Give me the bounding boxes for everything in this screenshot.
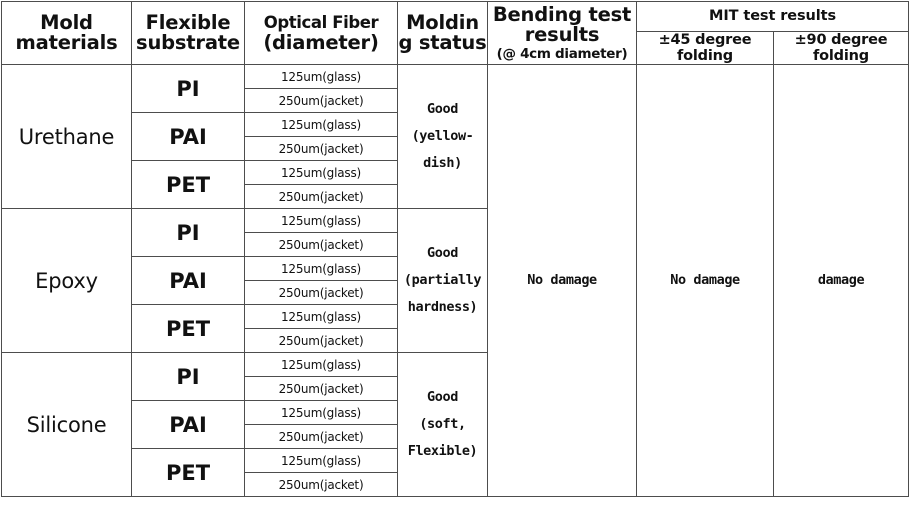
header-molding-status-line1: Moldin: [406, 10, 479, 34]
substrate-cell: PAI: [131, 112, 245, 162]
fiber-diameter-cell: 125um(glass): [244, 352, 398, 378]
substrate-cell: PET: [131, 448, 245, 498]
mit-90-result-cell: damage: [772, 64, 909, 498]
header-mold-materials-line2: materials: [15, 31, 118, 55]
fiber-diameter-cell: 125um(glass): [244, 400, 398, 426]
table-header: Mold materials Flexible substrate Optica…: [1, 0, 909, 66]
table-row: Urethane PI 125um(glass) Good (yellow-di…: [1, 64, 909, 498]
fiber-diameter-cell: 250um(jacket): [244, 424, 398, 450]
fiber-diameter-cell: 125um(glass): [244, 160, 398, 186]
header-molding-status-line2: g status: [398, 31, 487, 55]
header-bending-line2: results: [524, 23, 600, 47]
fiber-diameter-cell: 250um(jacket): [244, 280, 398, 306]
fiber-diameter-cell: 125um(glass): [244, 304, 398, 330]
header-mit-90-degree-folding: ±90 degree folding: [772, 30, 909, 66]
header-row-1: Mold materials Flexible substrate Optica…: [1, 0, 909, 66]
substrate-cell: PAI: [131, 256, 245, 306]
fiber-diameter-cell: 125um(glass): [244, 208, 398, 234]
fiber-diameter-cell: 250um(jacket): [244, 232, 398, 258]
molding-status-line: hardness): [407, 299, 478, 316]
header-optical-fiber: Optical Fiber (diameter): [244, 0, 398, 66]
fiber-diameter-cell: 250um(jacket): [244, 88, 398, 114]
fiber-diameter-cell: 250um(jacket): [244, 472, 398, 498]
substrate-cell: PET: [131, 160, 245, 210]
bending-test-result-cell: No damage: [487, 64, 637, 498]
fiber-diameter-cell: 125um(glass): [244, 256, 398, 282]
header-mit-90-line2: folding: [813, 48, 869, 65]
molding-status-line: (partially: [403, 272, 482, 289]
fiber-diameter-cell: 250um(jacket): [244, 328, 398, 354]
mold-material-cell: Epoxy: [1, 208, 132, 354]
fiber-diameter-cell: 125um(glass): [244, 64, 398, 90]
fiber-diameter-cell: 125um(glass): [244, 112, 398, 138]
molding-status-cell: Good (soft, Flexible): [397, 352, 488, 498]
results-table-container: Mold materials Flexible substrate Optica…: [0, 0, 909, 508]
substrate-cell: PI: [131, 352, 245, 402]
header-flexible-substrate: Flexible substrate: [131, 0, 245, 66]
molding-status-line: (soft, Flexible): [407, 416, 478, 460]
substrate-cell: PAI: [131, 400, 245, 450]
header-mit-test-results: MIT test results: [635, 1, 909, 32]
header-mit-45-line2: folding: [677, 48, 733, 65]
header-flexible-substrate-line1: Flexible: [145, 10, 231, 34]
header-bending-line1: Bending test: [492, 3, 632, 27]
fiber-diameter-cell: 250um(jacket): [244, 184, 398, 210]
molding-status-cell: Good (yellow-dish): [397, 64, 488, 210]
molding-status-cell: Good (partially hardness): [397, 208, 488, 354]
mold-material-cell: Silicone: [1, 352, 132, 498]
substrate-cell: PI: [131, 208, 245, 258]
molding-status-line: Good: [427, 101, 458, 118]
header-bending-line3: (@ 4cm diameter): [496, 45, 628, 62]
molding-status-line: Good: [427, 389, 458, 406]
fiber-diameter-cell: 125um(glass): [244, 448, 398, 474]
mold-material-cell: Urethane: [1, 64, 132, 210]
header-mold-materials: Mold materials: [1, 0, 132, 66]
table-body: Urethane PI 125um(glass) Good (yellow-di…: [1, 64, 909, 498]
fiber-diameter-cell: 250um(jacket): [244, 376, 398, 402]
header-mold-materials-line1: Mold: [40, 10, 93, 34]
header-molding-status: Moldin g status: [397, 0, 488, 66]
substrate-cell: PET: [131, 304, 245, 354]
molding-status-line: (yellow-dish): [411, 128, 474, 172]
header-bending-test-results: Bending test results (@ 4cm diameter): [487, 0, 637, 66]
header-flexible-substrate-line2: substrate: [136, 31, 240, 55]
molding-status-line: Good: [427, 245, 458, 262]
fiber-diameter-cell: 250um(jacket): [244, 136, 398, 162]
substrate-cell: PI: [131, 64, 245, 114]
header-optical-fiber-line1: Optical Fiber: [263, 12, 379, 32]
mold-materials-results-table: Mold materials Flexible substrate Optica…: [1, 0, 909, 498]
header-optical-fiber-line2: (diameter): [263, 30, 379, 54]
header-mit-45-line1: ±45 degree: [658, 32, 752, 48]
mit-45-result-cell: No damage: [636, 64, 774, 498]
header-mit-45-degree-folding: ±45 degree folding: [636, 30, 774, 66]
header-mit-90-line1: ±90 degree: [794, 32, 888, 48]
